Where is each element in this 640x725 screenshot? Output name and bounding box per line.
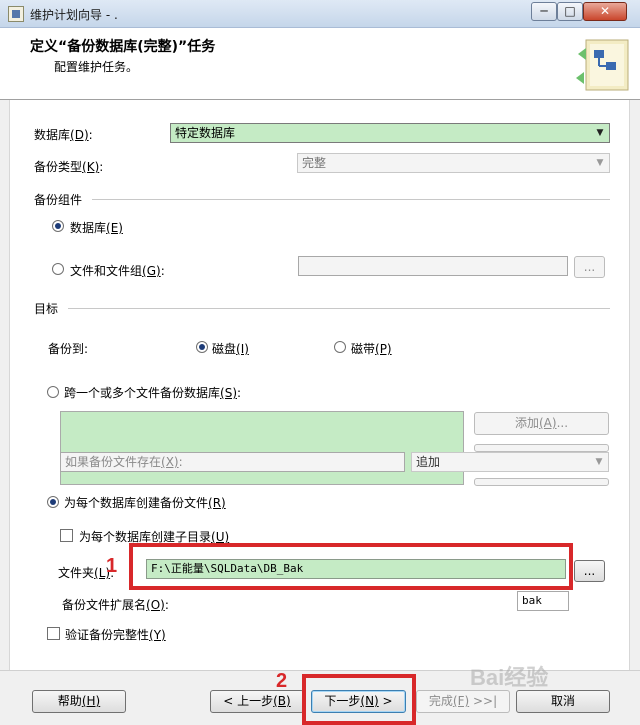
window-title: 维护计划向导 - . <box>30 8 118 22</box>
verify-checkbox[interactable] <box>47 627 60 640</box>
backup-type-select-value: 完整 <box>302 156 327 170</box>
span-files-label: 跨一个或多个文件备份数据库(S): <box>64 386 242 400</box>
left-edge <box>0 100 10 670</box>
database-label: 数据库(D): <box>34 128 93 142</box>
if-exists-value: 追加 <box>416 455 441 469</box>
extension-input[interactable]: bak <box>517 591 569 611</box>
disk-radio[interactable] <box>196 341 208 353</box>
if-exists-label: 如果备份文件存在(X): <box>60 452 405 472</box>
destination-section: 目标 <box>34 302 59 316</box>
files-radio[interactable] <box>52 263 64 275</box>
section-divider <box>68 308 610 309</box>
files-radio-label: 文件和文件组(G): <box>70 264 165 278</box>
contents-button[interactable] <box>474 478 609 486</box>
database-radio[interactable] <box>52 220 64 232</box>
if-exists-select[interactable]: 追加 ▼ <box>411 452 609 472</box>
backup-type-label: 备份类型(K): <box>34 160 104 174</box>
help-button[interactable]: 帮助(H) <box>32 690 126 713</box>
files-field[interactable] <box>298 256 568 276</box>
remove-button[interactable] <box>474 444 609 452</box>
database-select-value: 特定数据库 <box>175 126 236 140</box>
annotation-number-2: 2 <box>276 670 288 692</box>
backup-file-list[interactable] <box>60 411 464 485</box>
section-divider <box>92 199 610 200</box>
app-icon <box>8 6 24 22</box>
files-browse-button[interactable]: ... <box>574 256 605 278</box>
chevron-down-icon[interactable]: ▼ <box>592 155 608 171</box>
backup-to-label: 备份到: <box>48 342 89 356</box>
backup-component-section: 备份组件 <box>34 193 83 207</box>
span-files-radio[interactable] <box>47 386 59 398</box>
tape-radio-label: 磁带(P) <box>351 342 392 356</box>
finish-button[interactable]: 完成(F) >>| <box>416 690 510 713</box>
close-button[interactable]: ✕ <box>583 2 627 21</box>
page-title: 定义“备份数据库(完整)”任务 <box>30 39 216 55</box>
wizard-header: 定义“备份数据库(完整)”任务 配置维护任务。 <box>0 28 640 100</box>
disk-radio-label: 磁盘(I) <box>212 342 249 356</box>
extension-label: 备份文件扩展名(O): <box>62 598 169 612</box>
verify-label: 验证备份完整性(Y) <box>65 628 166 642</box>
database-radio-label: 数据库(E) <box>70 221 123 235</box>
watermark-logo: Bai经验 <box>470 665 549 690</box>
chevron-down-icon[interactable]: ▼ <box>592 125 608 141</box>
title-bar: 维护计划向导 - . ─ □ ✕ <box>0 0 640 28</box>
database-select[interactable]: 特定数据库 ▼ <box>170 123 610 143</box>
backup-type-select[interactable]: 完整 ▼ <box>297 153 610 173</box>
right-edge <box>629 100 640 670</box>
maximize-button[interactable]: □ <box>557 2 583 21</box>
annotation-number-1: 1 <box>106 555 118 577</box>
page-subtitle: 配置维护任务。 <box>54 60 139 74</box>
highlight-box-folder <box>129 543 573 590</box>
minimize-button[interactable]: ─ <box>531 2 557 21</box>
highlight-box-next <box>302 674 416 725</box>
subdir-checkbox[interactable] <box>60 529 73 542</box>
per-db-label: 为每个数据库创建备份文件(R) <box>64 496 226 510</box>
cancel-button[interactable]: 取消 <box>516 690 610 713</box>
chevron-down-icon[interactable]: ▼ <box>591 454 607 470</box>
add-button[interactable]: 添加(A)... <box>474 412 609 435</box>
per-db-radio[interactable] <box>47 496 59 508</box>
wizard-graphic-icon <box>576 39 629 91</box>
back-button[interactable]: < 上一步(B) <box>210 690 304 713</box>
tape-radio[interactable] <box>334 341 346 353</box>
folder-browse-button[interactable]: ... <box>574 560 605 582</box>
